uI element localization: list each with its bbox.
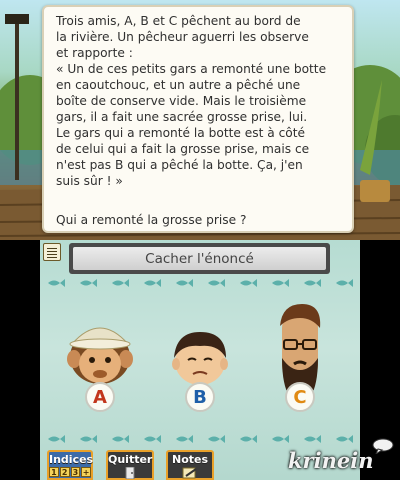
notes-label: Notes	[171, 453, 209, 466]
hints-button[interactable]: Indices 1 2 3 +	[47, 450, 93, 480]
answer-c-label: C	[293, 386, 307, 408]
hint-level-2: 2	[59, 467, 70, 477]
puzzle-statement: Trois amis, A, B et C pêchent au bord de…	[56, 14, 327, 188]
answer-c-button[interactable]: C	[285, 382, 315, 412]
speech-bubble-icon	[372, 438, 394, 454]
hint-level-1: 1	[49, 467, 59, 477]
fish-pattern-top	[48, 279, 353, 287]
hint-level-3: 3	[70, 467, 81, 477]
memo-icon[interactable]	[43, 243, 61, 261]
hide-statement-label: Cacher l'énoncé	[145, 250, 254, 267]
quit-label: Quitter	[108, 453, 153, 466]
notes-button[interactable]: Notes	[166, 450, 214, 480]
hint-level-super: +	[81, 467, 91, 477]
hide-statement-button[interactable]: Cacher l'énoncé	[69, 243, 330, 274]
puzzle-statement-card: Trois amis, A, B et C pêchent au bord de…	[42, 5, 354, 233]
answer-a-label: A	[93, 386, 107, 408]
answer-b-label: B	[193, 386, 207, 408]
quit-door-icon	[125, 467, 135, 479]
watermark-text: krinein	[288, 448, 374, 473]
quit-button[interactable]: Quitter	[106, 450, 154, 480]
hints-label: Indices	[49, 453, 94, 466]
krinein-watermark: krinein	[288, 438, 396, 478]
answer-b-button[interactable]: B	[185, 382, 215, 412]
hint-levels: 1 2 3 +	[49, 467, 91, 477]
answer-a-button[interactable]: A	[85, 382, 115, 412]
top-screen: Trois amis, A, B et C pêchent au bord de…	[0, 0, 400, 240]
puzzle-question: Qui a remonté la grosse prise ?	[56, 213, 247, 227]
pencil-icon	[182, 467, 197, 479]
